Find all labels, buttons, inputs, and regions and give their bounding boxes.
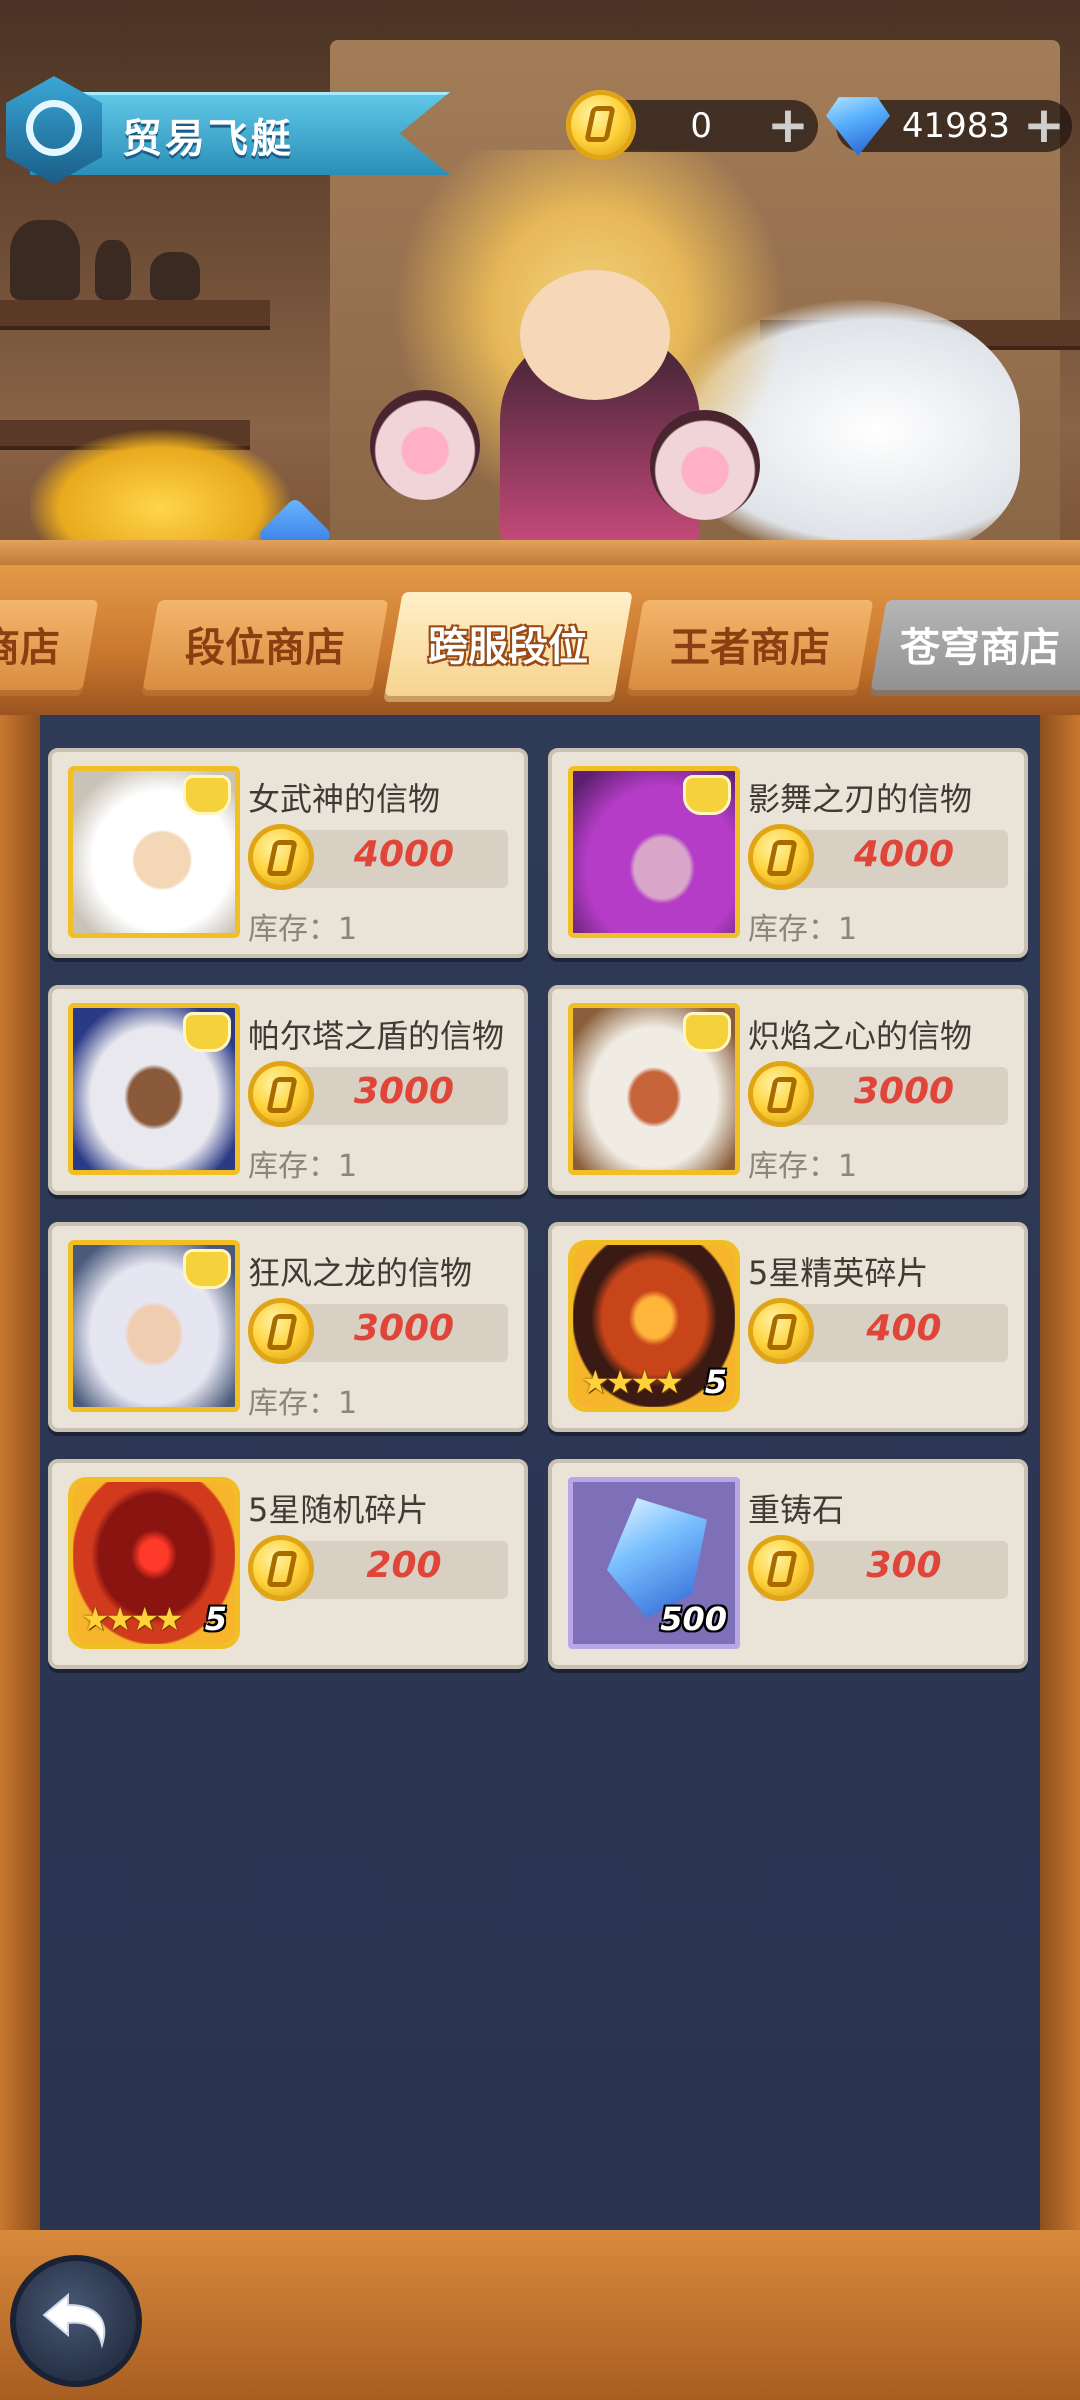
back-button[interactable] — [10, 2255, 142, 2387]
shop-item-card[interactable]: 狂风之龙的信物 3000 库存：1 — [48, 1222, 528, 1432]
frame-left — [0, 715, 40, 2235]
star-rating: ★★★★ — [81, 1600, 184, 1638]
purple-elf-hero-portrait — [568, 766, 740, 938]
gem-amount: 41983 — [901, 106, 1010, 146]
paw-right — [650, 410, 760, 520]
horned-beast-hero-portrait — [568, 1003, 740, 1175]
item-price: 3000 — [853, 1071, 955, 1112]
tab-label: 王者商店 — [670, 625, 830, 671]
gold-coin-icon — [248, 824, 314, 890]
item-stock: 库存：1 — [248, 1149, 358, 1184]
gold-coin-icon — [748, 1535, 814, 1601]
hero-token-badge-icon — [683, 1012, 731, 1052]
item-price: 3000 — [353, 1308, 455, 1349]
bottle-decoration — [95, 240, 131, 300]
shop-item-card[interactable]: ★★★★ 5 5星精英碎片 400 — [548, 1222, 1028, 1432]
hero-token-badge-icon — [183, 775, 231, 815]
tab-king-shop[interactable]: 王者商店 — [626, 600, 874, 696]
item-name: 炽焰之心的信物 — [748, 1017, 973, 1055]
gold-coin-icon — [248, 1061, 314, 1127]
item-price: 3000 — [353, 1071, 455, 1112]
back-arrow-icon — [42, 2292, 106, 2349]
star-rating: ★★★★ — [581, 1363, 684, 1401]
tab-cross-server-rank[interactable]: 跨服段位 — [383, 592, 633, 702]
tab-label: 镜商店 — [0, 625, 61, 671]
item-price: 400 — [866, 1308, 942, 1349]
gold-coin-icon — [748, 1061, 814, 1127]
shop-item-card[interactable]: ★★★★ 5 5星随机碎片 200 — [48, 1459, 528, 1669]
item-price: 200 — [366, 1545, 442, 1586]
silver-hair-hero-portrait — [68, 1003, 240, 1175]
white-hooded-hero-portrait — [68, 766, 240, 938]
gold-amount: 0 — [690, 106, 712, 146]
item-name: 重铸石 — [748, 1491, 845, 1529]
item-price: 300 — [866, 1545, 942, 1586]
reforge-stone-icon: 500 — [568, 1477, 740, 1649]
tab-rank-shop[interactable]: 段位商店 — [141, 600, 389, 696]
item-name: 5星随机碎片 — [248, 1491, 429, 1529]
add-gems-button[interactable]: + — [1020, 100, 1068, 150]
gold-coin-icon — [248, 1535, 314, 1601]
star-count: 5 — [704, 1363, 727, 1401]
item-name: 5星精英碎片 — [748, 1254, 929, 1292]
item-price: 4000 — [353, 834, 455, 875]
shop-item-card[interactable]: 500 重铸石 300 — [548, 1459, 1028, 1669]
shop-emblem-ring — [26, 100, 82, 156]
item-stock: 库存：1 — [748, 912, 858, 947]
shop-item-card[interactable]: 女武神的信物 4000 库存：1 — [48, 748, 528, 958]
shop-scene-background — [0, 0, 1080, 570]
hero-token-badge-icon — [683, 775, 731, 815]
jar-decoration — [10, 220, 80, 300]
item-stock: 库存：1 — [248, 1386, 358, 1421]
gold-coin-icon — [748, 824, 814, 890]
gold-coin-icon — [248, 1298, 314, 1364]
tab-label: 跨服段位 — [428, 624, 588, 670]
item-stock: 库存：1 — [248, 912, 358, 947]
gold-coin-icon — [748, 1298, 814, 1364]
shelf — [0, 300, 270, 326]
shop-item-card[interactable]: 炽焰之心的信物 3000 库存：1 — [548, 985, 1028, 1195]
bottom-bar — [0, 2230, 1080, 2400]
item-name: 影舞之刃的信物 — [748, 780, 973, 818]
gold-coin-icon — [566, 90, 636, 160]
pot-decoration — [150, 252, 200, 300]
gold-coin-pile — [30, 430, 290, 540]
hero-token-badge-icon — [183, 1012, 231, 1052]
shop-item-card[interactable]: 帕尔塔之盾的信物 3000 库存：1 — [48, 985, 528, 1195]
tab-label: 苍穹商店 — [900, 625, 1060, 671]
item-price: 4000 — [853, 834, 955, 875]
white-hair-hero-portrait — [68, 1240, 240, 1412]
tab-label: 段位商店 — [185, 625, 345, 671]
frame-right — [1040, 715, 1080, 2235]
star-count: 5 — [204, 1600, 227, 1638]
shop-item-card[interactable]: 影舞之刃的信物 4000 库存：1 — [548, 748, 1028, 958]
random-shard-mask-icon: ★★★★ 5 — [68, 1477, 240, 1649]
item-name: 狂风之龙的信物 — [248, 1254, 473, 1292]
page-title: 贸易飞艇 — [122, 116, 294, 162]
hero-token-badge-icon — [183, 1249, 231, 1289]
add-gold-button[interactable]: + — [764, 100, 812, 150]
item-stock: 库存：1 — [748, 1149, 858, 1184]
shopkeeper-face — [520, 270, 670, 400]
tab-mirror-shop[interactable]: 镜商店 — [0, 600, 99, 696]
tab-sky-shop[interactable]: 苍穹商店 — [869, 600, 1080, 696]
item-name: 帕尔塔之盾的信物 — [248, 1017, 505, 1055]
item-name: 女武神的信物 — [248, 780, 441, 818]
item-quantity: 500 — [660, 1600, 727, 1638]
elite-shard-mask-icon: ★★★★ 5 — [568, 1240, 740, 1412]
paw-left — [370, 390, 480, 500]
